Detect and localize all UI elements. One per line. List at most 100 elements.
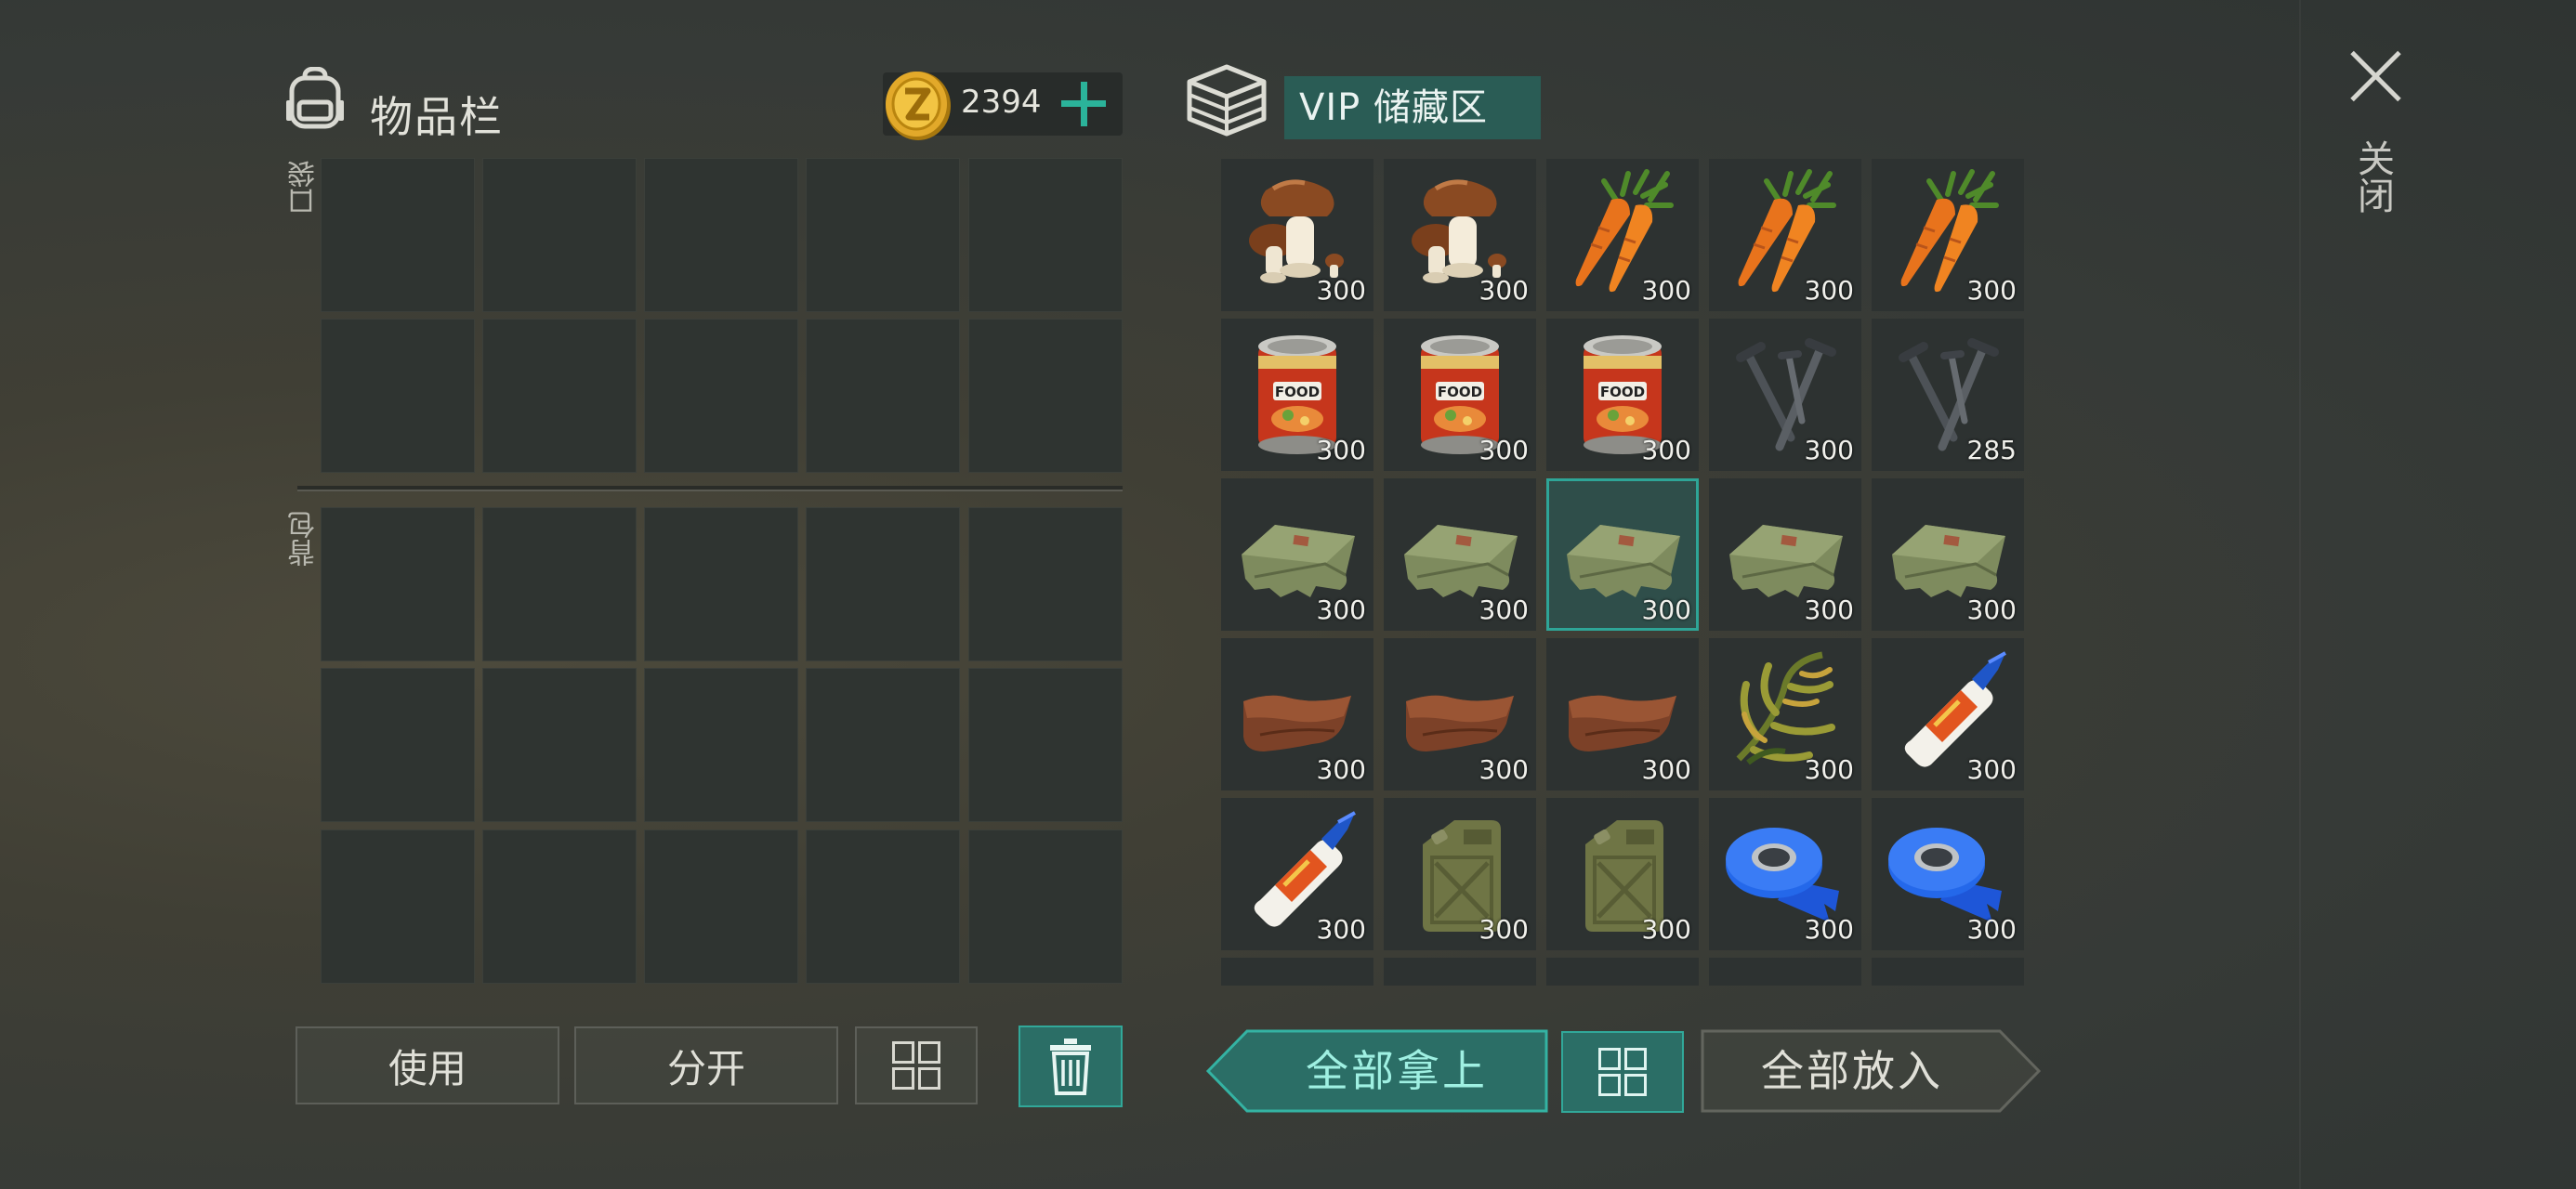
storage-slot[interactable]: 300 xyxy=(1221,478,1373,631)
pocket-slot[interactable] xyxy=(482,319,637,473)
vip-storage-grid[interactable]: 300 300 300 300 300 FOOD 300 FOOD 300 FOOD 300 300 2… xyxy=(1221,159,2024,986)
storage-slot[interactable]: 300 xyxy=(1872,159,2024,311)
storage-slot[interactable]: 300 xyxy=(1221,798,1373,950)
backpack-icon xyxy=(284,66,346,132)
backpack-slot[interactable] xyxy=(644,668,798,822)
pocket-slot[interactable] xyxy=(321,319,475,473)
item-quantity: 300 xyxy=(1316,435,1366,465)
item-quantity: 300 xyxy=(1479,594,1529,625)
storage-slot[interactable]: 300 xyxy=(1709,319,1861,471)
backpack-slot[interactable] xyxy=(968,668,1123,822)
storage-slot[interactable]: 300 xyxy=(1384,798,1536,950)
item-quantity: 300 xyxy=(1316,914,1366,945)
backpack-slot[interactable] xyxy=(321,507,475,661)
backpack-slot[interactable] xyxy=(806,830,960,984)
backpack-slot[interactable] xyxy=(644,830,798,984)
item-quantity: 300 xyxy=(1804,914,1854,945)
storage-slot[interactable]: 300 xyxy=(1709,159,1861,311)
pocket-slot[interactable] xyxy=(644,319,798,473)
item-quantity: 300 xyxy=(1966,914,2017,945)
storage-slot[interactable]: 300 xyxy=(1221,159,1373,311)
item-quantity: 300 xyxy=(1804,435,1854,465)
storage-slot[interactable]: FOOD 300 xyxy=(1221,319,1373,471)
pocket-slot[interactable] xyxy=(644,158,798,312)
leather-partial-icon xyxy=(1883,967,2013,986)
add-currency-button[interactable] xyxy=(1059,80,1108,128)
storage-slot[interactable]: 285 xyxy=(1872,319,2024,471)
item-quantity: 300 xyxy=(1966,275,2017,306)
item-quantity: 300 xyxy=(1479,754,1529,785)
sort-inventory-button[interactable] xyxy=(855,1026,978,1104)
storage-slot[interactable]: 300 xyxy=(1709,638,1861,790)
vip-storage-title: VIP 储藏区 xyxy=(1284,76,1541,139)
storage-slot[interactable]: 300 xyxy=(1384,478,1536,631)
backpack-slot[interactable] xyxy=(968,507,1123,661)
delete-button[interactable] xyxy=(1019,1026,1123,1107)
backpack-slot[interactable] xyxy=(806,668,960,822)
leather-partial-icon xyxy=(1720,967,1850,986)
backpack-slot[interactable] xyxy=(482,507,637,661)
storage-slot[interactable]: FOOD 300 xyxy=(1384,319,1536,471)
backpack-slot[interactable] xyxy=(968,830,1123,984)
item-quantity: 300 xyxy=(1804,594,1854,625)
storage-slot[interactable]: 300 xyxy=(1709,478,1861,631)
storage-slot[interactable]: 300 xyxy=(1384,638,1536,790)
storage-slot[interactable] xyxy=(1546,958,1699,986)
item-quantity: 300 xyxy=(1641,754,1691,785)
pocket-slot[interactable] xyxy=(321,158,475,312)
close-label[interactable]: 关闭 xyxy=(2351,139,2399,214)
item-quantity: 300 xyxy=(1966,594,2017,625)
storage-slot[interactable] xyxy=(1872,958,2024,986)
storage-slot[interactable]: 300 xyxy=(1546,638,1699,790)
use-button-label: 使用 xyxy=(388,1045,467,1091)
section-separator xyxy=(297,486,1123,491)
pocket-label: 口袋 xyxy=(288,160,321,216)
svg-text:FOOD: FOOD xyxy=(1600,384,1645,400)
pocket-slot[interactable] xyxy=(806,158,960,312)
item-quantity: 300 xyxy=(1641,435,1691,465)
storage-slot[interactable]: 300 xyxy=(1546,159,1699,311)
item-quantity: 300 xyxy=(1479,275,1529,306)
put-all-label: 全部放入 xyxy=(1761,1046,1943,1096)
item-quantity: 285 xyxy=(1966,435,2017,465)
storage-slot[interactable] xyxy=(1384,958,1536,986)
z-coin-icon xyxy=(883,67,953,141)
backpack-slot[interactable] xyxy=(482,830,637,984)
put-all-button[interactable]: 全部放入 xyxy=(1701,1029,2041,1113)
pocket-slot[interactable] xyxy=(968,319,1123,473)
item-quantity: 300 xyxy=(1641,275,1691,306)
backpack-slot[interactable] xyxy=(321,668,475,822)
storage-slot[interactable]: 300 xyxy=(1872,798,2024,950)
item-quantity: 300 xyxy=(1316,275,1366,306)
item-quantity: 300 xyxy=(1804,275,1854,306)
grid-sort-icon xyxy=(892,1041,940,1090)
svg-text:FOOD: FOOD xyxy=(1275,384,1320,400)
backpack-slot[interactable] xyxy=(321,830,475,984)
storage-slot[interactable]: 300 xyxy=(1872,478,2024,631)
storage-slot[interactable] xyxy=(1709,958,1861,986)
item-quantity: 300 xyxy=(1479,914,1529,945)
item-quantity: 300 xyxy=(1641,594,1691,625)
storage-slot[interactable]: 300 xyxy=(1872,638,2024,790)
split-button[interactable]: 分开 xyxy=(574,1026,838,1104)
storage-slot[interactable]: 300 xyxy=(1546,478,1699,631)
take-all-button[interactable]: 全部拿上 xyxy=(1206,1029,1548,1113)
pocket-slot[interactable] xyxy=(806,319,960,473)
storage-slot[interactable]: 300 xyxy=(1546,798,1699,950)
pocket-slot[interactable] xyxy=(482,158,637,312)
storage-slot[interactable]: 300 xyxy=(1709,798,1861,950)
close-icon[interactable] xyxy=(2347,48,2403,104)
pocket-slot[interactable] xyxy=(968,158,1123,312)
storage-slot[interactable] xyxy=(1221,958,1373,986)
item-quantity: 300 xyxy=(1966,754,2017,785)
trash-icon xyxy=(1050,1039,1091,1095)
backpack-slot[interactable] xyxy=(644,507,798,661)
backpack-slot[interactable] xyxy=(806,507,960,661)
backpack-slot[interactable] xyxy=(482,668,637,822)
storage-slot[interactable]: 300 xyxy=(1221,638,1373,790)
svg-text:FOOD: FOOD xyxy=(1438,384,1482,400)
storage-slot[interactable]: 300 xyxy=(1384,159,1536,311)
storage-slot[interactable]: FOOD 300 xyxy=(1546,319,1699,471)
use-button[interactable]: 使用 xyxy=(296,1026,559,1104)
sort-storage-button[interactable] xyxy=(1561,1031,1684,1113)
